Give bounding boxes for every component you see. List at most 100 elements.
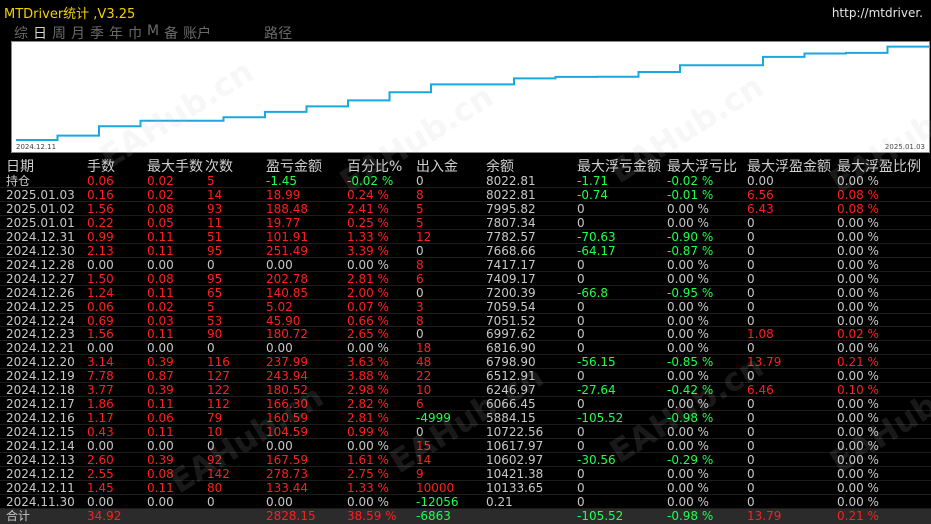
cell-col-10: 0 [747,425,755,440]
table-row[interactable]: 2024.12.19 7.78 0.87 127 243.94 3.88 % 22 6512.… [0,369,931,383]
toolbar-tab-6[interactable]: 巾 [128,23,142,43]
cell-col-6: 8 [416,257,424,272]
cell-col-11: 0.00 % [837,453,879,468]
cell-col-10: 0 [747,313,755,328]
cell-col-8: -105.52 [577,411,624,426]
cell-col-1: 0.00 [87,494,114,509]
table-row[interactable]: 2024.12.15 0.43 0.11 10 104.59 0.99 % 0 10722.5… [0,425,931,439]
table-row[interactable]: 2024.12.30 2.13 0.11 95 251.49 3.39 % 0 7668.66… [0,244,931,258]
table-row[interactable]: 2024.12.23 1.56 0.11 90 180.72 2.65 % 0 6997.62… [0,327,931,341]
header-col-8[interactable]: 最大浮亏金额 [577,156,661,176]
cell-col-6: 15 [416,439,432,454]
table-row[interactable]: 2024.12.26 1.24 0.11 65 140.85 2.00 % 0 7200.39… [0,286,931,300]
cell-col-4: 180.72 [266,327,308,342]
toolbar-tab-8[interactable]: 备 [164,23,178,43]
cell-col-3: 0 [207,341,215,356]
table-row[interactable]: 2024.12.20 3.14 0.39 116 237.99 3.63 % 48 6798.… [0,355,931,369]
toolbar-tab-10[interactable]: 路径 [264,23,292,43]
cell-col-11: 0.00 % [837,229,879,244]
table-row[interactable]: 2024.12.31 0.99 0.11 51 101.91 1.33 % 12 7782.5… [0,230,931,244]
toolbar-tab-7[interactable]: M [147,23,159,43]
cell-col-5: 2.81 % [347,271,389,286]
table-row[interactable]: 2025.01.01 0.22 0.05 11 19.77 0.25 % 5 7807.34 0… [0,216,931,230]
cell-col-2: 0.11 [147,229,174,244]
cell-col-7: 6246.97 [486,383,536,398]
cell-col-9: 0.00 % [667,397,709,412]
header-col-6[interactable]: 出入金 [416,156,458,176]
cell-col-2: 0.02 [147,299,174,314]
cell-col-10: 0 [747,299,755,314]
cell-col-0: 2024.12.24 [6,313,75,328]
header-col-10[interactable]: 最大浮盈金额 [747,156,831,176]
table-row[interactable]: 2024.12.11 1.45 0.11 80 133.44 1.33 % 10000 101… [0,481,931,495]
table-row[interactable]: 2025.01.03 0.16 0.02 14 18.99 0.24 % 8 8022.81 -… [0,188,931,202]
cell-col-11: 0.21 % [837,355,879,370]
cell-col-0: 2025.01.03 [6,187,75,202]
cell-col-6: 3 [416,299,424,314]
header-col-9[interactable]: 最大浮亏比 [667,156,737,176]
toolbar-tab-2[interactable]: 周 [52,23,66,43]
cell-col-9: -0.90 % [667,229,714,244]
header-col-7[interactable]: 余额 [486,156,514,176]
toolbar-tab-3[interactable]: 月 [71,23,85,43]
cell-col-3: 5 [207,174,215,188]
table-row[interactable]: 2024.12.27 1.50 0.08 95 202.78 2.81 % 6 7409.17… [0,272,931,286]
table-row[interactable]: 2024.12.28 0.00 0.00 0 0.00 0.00 % 8 7417.17 0 0.… [0,258,931,272]
cell-col-2: 0.00 [147,257,174,272]
toolbar-tab-1[interactable]: 日 [33,23,47,43]
cell-col-5: 2.98 % [347,383,389,398]
toolbar-tab-4[interactable]: 季 [90,23,104,43]
table-row[interactable]: 2024.12.17 1.86 0.11 112 166.30 2.82 % 6 6066.4… [0,397,931,411]
header-col-0[interactable]: 日期 [6,156,34,176]
cell-col-10: 0.00 [747,174,774,188]
table-row[interactable]: 2024.12.18 3.77 0.39 122 180.52 2.98 % 10 6246.… [0,383,931,397]
table-row[interactable]: 2025.01.02 1.56 0.08 93 188.48 2.41 % 5 7995.82… [0,202,931,216]
cell-col-0: 2024.12.19 [6,369,75,384]
header-col-4[interactable]: 盈亏金额 [266,156,322,176]
cell-col-4: 243.94 [266,369,308,384]
cell-col-5: 0.24 % [347,187,389,202]
cell-col-9: 0.00 % [667,369,709,384]
header-col-1[interactable]: 手数 [87,156,115,176]
cell-col-0: 2024.12.26 [6,285,75,300]
cell-col-5: 0.66 % [347,313,389,328]
table-row[interactable]: 持仓 0.06 0.02 5 -1.45 -0.02 % 0 8022.81 -1.71 -0.0… [0,174,931,188]
toolbar-tab-5[interactable]: 年 [109,23,123,43]
toolbar-tab-0[interactable]: 综 [14,23,28,43]
table-row[interactable]: 2024.12.24 0.69 0.03 53 45.90 0.66 % 8 7051.52 0… [0,314,931,328]
header-col-3[interactable]: 次数 [205,156,233,176]
cell-col-6: -4999 [416,411,451,426]
cell-col-7: 0.21 [486,494,513,509]
cell-col-5: 2.82 % [347,397,389,412]
cell-col-3: 95 [207,271,223,286]
table-row[interactable]: 2024.12.13 2.60 0.39 92 167.59 1.61 % 14 10602.… [0,453,931,467]
header-col-5[interactable]: 百分比% [347,156,402,176]
cell-col-0: 2024.12.25 [6,299,75,314]
cell-col-9: 0.00 % [667,467,709,482]
app-title: MTDriver统计 ,V3.25 [4,7,136,22]
cell-col-1: 0.16 [87,187,114,202]
cell-col-0: 2024.12.15 [6,425,75,440]
cell-col-11: 0.00 % [837,411,879,426]
cell-col-4: 0.00 [266,439,293,454]
site-url[interactable]: http://mtdriver. [832,6,923,20]
table-row[interactable]: 2024.11.30 0.00 0.00 0 0.00 0.00 % -12056 0.21 0… [0,495,931,509]
cell-col-7: 5884.15 [486,411,536,426]
cell-col-0: 2024.12.30 [6,243,75,258]
cell-col-7: 8022.81 [486,174,536,188]
cell-col-3: 80 [207,480,223,495]
header-col-2[interactable]: 最大手数 [147,156,203,176]
table-row[interactable]: 2024.12.25 0.06 0.02 5 5.02 0.07 % 3 7059.54 0 0.… [0,300,931,314]
table-row[interactable]: 2024.12.12 2.55 0.08 142 278.73 2.75 % 9 10421.… [0,467,931,481]
chart-end-date: 2025.01.03 [884,143,925,151]
cell-col-9: 0.00 % [667,327,709,342]
cell-col-0: 2024.12.11 [6,480,75,495]
cell-col-9: -0.29 % [667,453,714,468]
header-col-11[interactable]: 最大浮盈比例 [837,156,921,176]
table-row[interactable]: 2024.12.14 0.00 0.00 0 0.00 0.00 % 15 10617.97 0… [0,439,931,453]
toolbar-tab-9[interactable]: 账户 [183,23,211,43]
cell-col-10: 0 [747,494,755,509]
cell-col-3: 122 [207,383,230,398]
table-row[interactable]: 2024.12.21 0.00 0.00 0 0.00 0.00 % 18 6816.90 0 0… [0,341,931,355]
table-row[interactable]: 2024.12.16 1.17 0.06 79 160.59 2.81 % -4999 588… [0,411,931,425]
